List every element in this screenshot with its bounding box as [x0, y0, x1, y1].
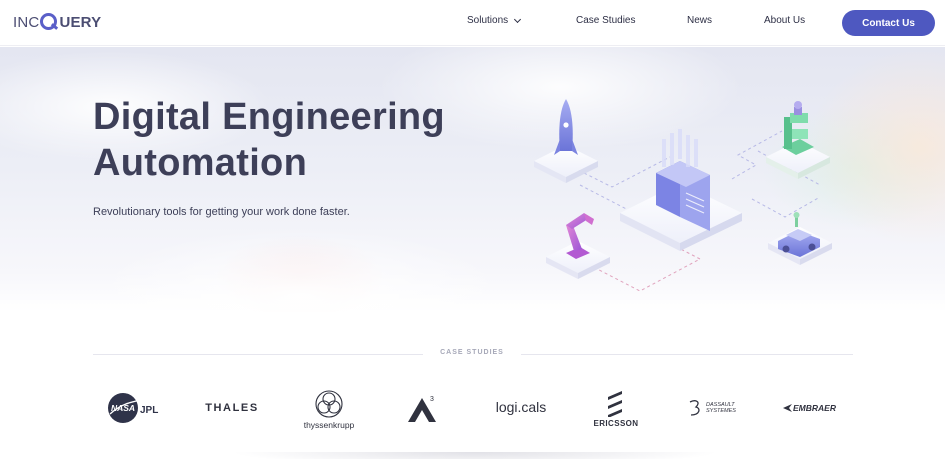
- top-navigation: INC UERY Solutions Case Studies News Abo…: [0, 0, 945, 46]
- nav-solutions-label: Solutions: [467, 15, 509, 26]
- server-tile: [620, 129, 742, 251]
- section-shadow: [230, 452, 720, 459]
- ericsson-bars-icon: [608, 390, 622, 417]
- logo-text-uery: UERY: [59, 13, 102, 31]
- logo-q-icon: [40, 12, 59, 32]
- robot-arm-tile: [546, 213, 610, 279]
- incquery-logo[interactable]: INC UERY: [13, 12, 101, 32]
- thyssenkrupp-rings-icon: [315, 389, 343, 418]
- case-studies-label: CASE STUDIES: [440, 349, 504, 356]
- contact-us-button[interactable]: Contact Us: [842, 10, 935, 36]
- divider-left: [93, 354, 423, 355]
- embraer-wordmark: EMBRAER: [793, 403, 836, 413]
- hero-subtitle: Revolutionary tools for getting your wor…: [93, 206, 350, 218]
- embraer-logo[interactable]: EMBRAER: [776, 398, 842, 418]
- thyssenkrupp-wordmark: thyssenkrupp: [303, 419, 355, 430]
- logicals-logo[interactable]: logi.cals: [490, 396, 552, 418]
- logo-text-inc: INC: [13, 13, 40, 31]
- 3ds-icon: [689, 400, 700, 416]
- microscope-tile: [766, 101, 830, 179]
- thyssenkrupp-logo[interactable]: thyssenkrupp: [298, 386, 360, 432]
- nav-case-studies[interactable]: Case Studies: [576, 15, 635, 26]
- car-tile: [768, 212, 832, 265]
- ericsson-wordmark: ERICSSON: [593, 418, 639, 428]
- embraer-arrow-icon: [783, 404, 792, 412]
- nav-solutions[interactable]: Solutions: [467, 15, 522, 26]
- dassault-systemes-logo[interactable]: DASSAULT SYSTEMES: [682, 396, 742, 420]
- nav-news[interactable]: News: [687, 15, 712, 26]
- hero-title: Digital Engineering Automation: [93, 94, 513, 186]
- nasa-wordmark: NASA: [111, 403, 135, 413]
- jpl-wordmark: JPL: [140, 405, 158, 416]
- thales-logo[interactable]: THALES: [200, 398, 264, 418]
- ericsson-logo[interactable]: ERICSSON: [588, 386, 644, 432]
- divider-right: [521, 354, 853, 355]
- nasa-jpl-logo[interactable]: NASA JPL: [107, 390, 167, 426]
- isometric-illustration: [534, 99, 832, 292]
- chevron-down-icon: [514, 15, 522, 23]
- a3-logo[interactable]: 3: [404, 392, 442, 424]
- hero-title-line-2: Automation: [93, 142, 308, 184]
- client-logo-strip: NASA JPL THALES thyssenkrupp 3 logi.cals: [0, 380, 945, 440]
- rocket-tile: [534, 99, 598, 183]
- a3-superscript: 3: [430, 396, 434, 403]
- nav-about-us[interactable]: About Us: [764, 15, 805, 26]
- hero-title-line-1: Digital Engineering: [93, 96, 445, 138]
- dassault-line-2: SYSTEMES: [706, 408, 736, 414]
